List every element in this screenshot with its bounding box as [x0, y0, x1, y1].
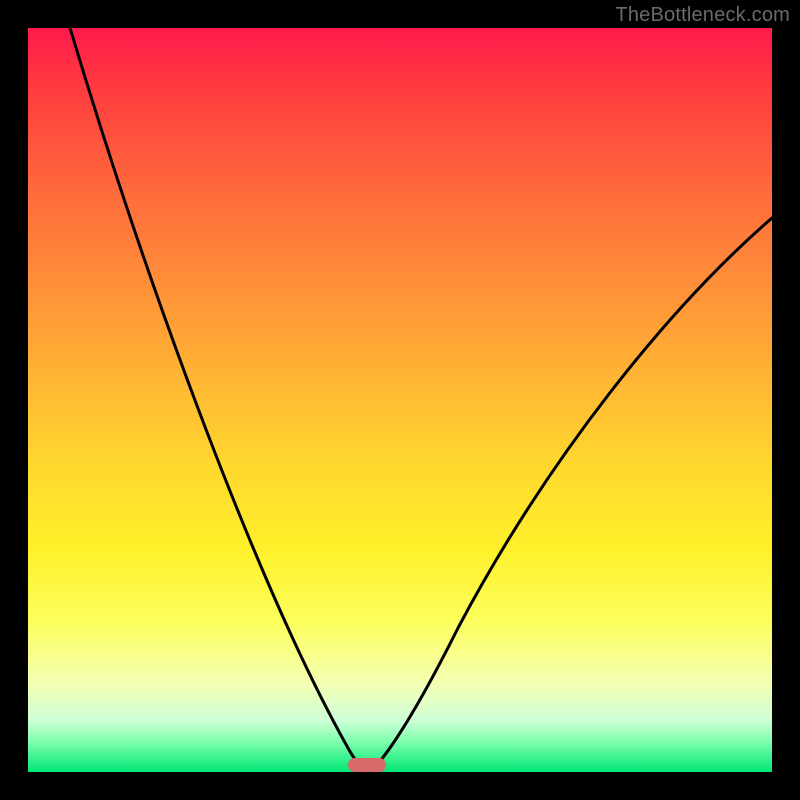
bottleneck-curves	[28, 28, 772, 772]
optimum-marker	[348, 758, 386, 772]
right-curve	[368, 218, 772, 772]
watermark-text: TheBottleneck.com	[615, 4, 790, 27]
chart-plot-area	[28, 28, 772, 772]
chart-frame: TheBottleneck.com	[0, 0, 800, 800]
left-curve	[70, 28, 368, 772]
